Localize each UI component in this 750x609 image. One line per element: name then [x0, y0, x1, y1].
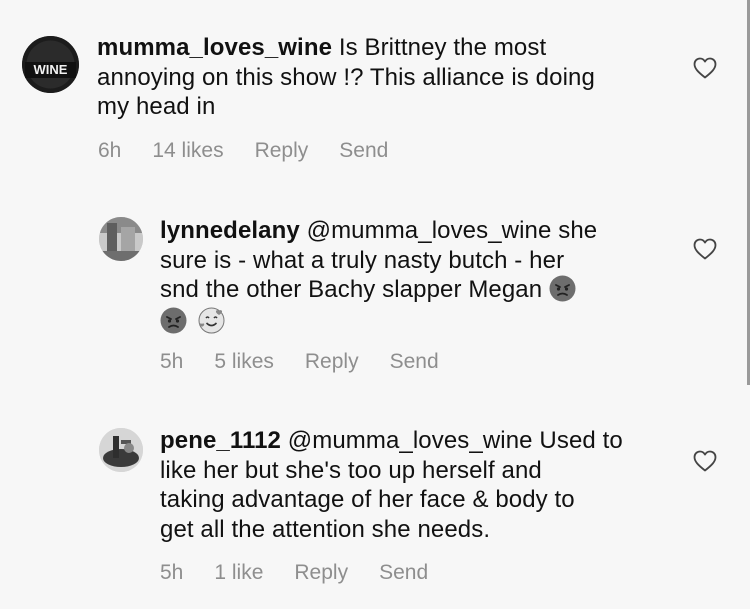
comment-text: snd the other Bachy slapper Megan [160, 276, 543, 303]
reply-button[interactable]: Reply [294, 561, 348, 585]
avatar[interactable] [99, 428, 143, 472]
comment-text: like her but she's too up herself and [160, 456, 542, 484]
comment-time: 6h [98, 139, 122, 162]
svg-text:WINE: WINE [34, 62, 68, 77]
comment-meta: 6h 14 likes Reply Send [98, 139, 419, 163]
heart-outline-icon[interactable] [693, 57, 717, 79]
comment-body: pene_1112 @mumma_loves_wine Used to like… [160, 426, 623, 544]
smiling-face-with-hearts-emoji [198, 307, 225, 334]
reply-button[interactable]: Reply [305, 350, 359, 374]
mention-link[interactable]: @mumma_loves_wine [288, 427, 533, 454]
comment-meta: 5h 1 like Reply Send [160, 561, 459, 585]
heart-outline-icon[interactable] [693, 238, 717, 260]
angry-face-emoji [549, 275, 576, 302]
comment-time: 5h [160, 561, 184, 584]
reply-button[interactable]: Reply [255, 139, 309, 163]
comment-username[interactable]: mumma_loves_wine [97, 34, 332, 61]
comment-body: mumma_loves_wine Is Brittney the most an… [97, 33, 595, 122]
avatar[interactable] [99, 217, 143, 261]
comment-text: Is Brittney the most [338, 34, 547, 61]
comment-meta: 5h 5 likes Reply Send [160, 350, 470, 374]
mention-link[interactable]: @mumma_loves_wine [307, 217, 552, 244]
comment-text: sure is - what a truly nasty butch - her [160, 246, 565, 274]
comment-text: get all the attention she needs. [160, 515, 491, 543]
comment-time: 5h [160, 350, 184, 373]
likes-count[interactable]: 5 likes [214, 350, 274, 374]
comment-text: she [558, 217, 598, 244]
wine-logo-icon: WINE [22, 36, 79, 93]
avatar[interactable]: WINE [22, 36, 79, 93]
comment-text: annoying on this show !? This alliance i… [97, 63, 595, 91]
comment-username[interactable]: lynnedelany [160, 217, 300, 244]
comment-text: my head in [97, 93, 216, 120]
comment-username[interactable]: pene_1112 [160, 427, 281, 454]
send-button[interactable]: Send [379, 561, 428, 585]
send-button[interactable]: Send [390, 350, 439, 374]
comments-thread: WINE mumma_loves_wine Is Brittney the mo… [0, 0, 750, 609]
comment-body: lynnedelany @mumma_loves_wine she sure i… [160, 216, 597, 336]
angry-face-emoji [160, 307, 187, 334]
profile-photo-icon [99, 428, 143, 472]
send-button[interactable]: Send [339, 139, 388, 163]
likes-count[interactable]: 1 like [214, 561, 263, 585]
heart-outline-icon[interactable] [693, 450, 717, 472]
profile-photo-icon [99, 217, 143, 261]
likes-count[interactable]: 14 likes [152, 139, 223, 163]
comment-text: taking advantage of her face & body to [160, 486, 575, 513]
comment-text: Used to [539, 427, 623, 454]
